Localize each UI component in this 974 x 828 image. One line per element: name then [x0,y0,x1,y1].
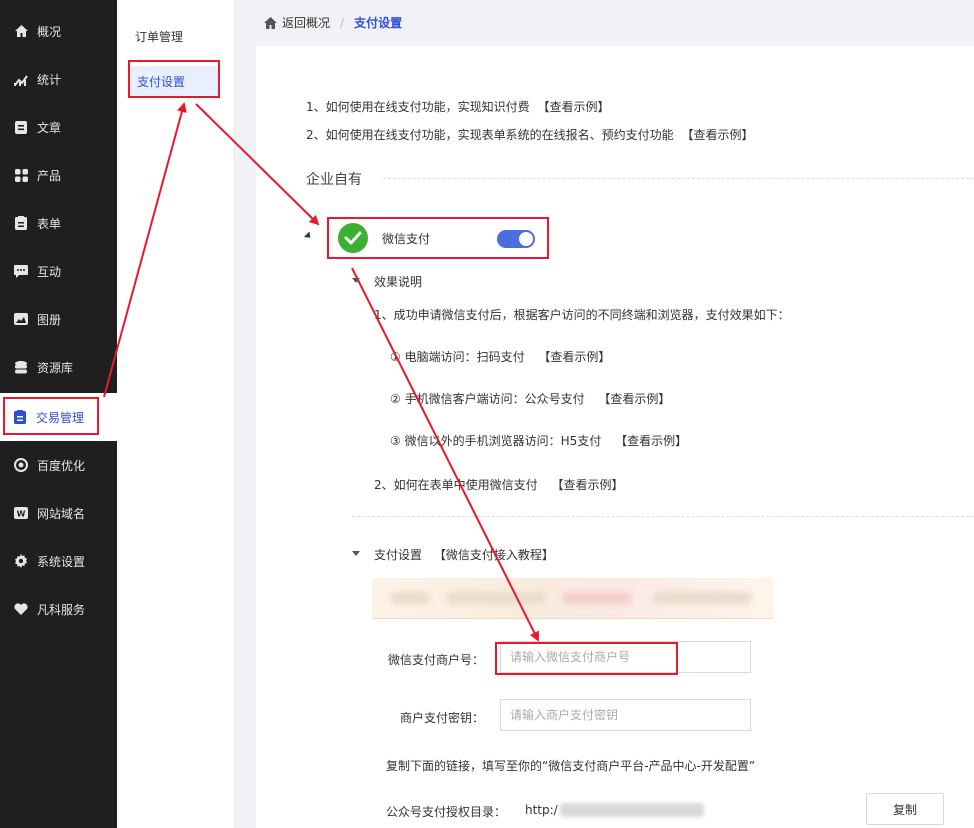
chat-icon [14,264,28,278]
wechat-pay-toggle[interactable] [497,230,535,248]
intro-line-2: 2、如何使用在线支付功能，实现表单系统的在线报名、预约支付功能 【查看示例】 [306,126,753,143]
copy-hint: 复制下面的链接，填写至你的“微信支付商户平台-产品中心-开发配置” [386,759,756,773]
form-icon [14,216,28,230]
sub-sidebar: 订单管理 支付设置 [117,0,235,828]
intro-line-2-example-link[interactable]: 【查看示例】 [681,128,753,142]
effect-item-2-text: ② 手机微信客户端访问：公众号支付 [390,392,585,406]
nav-label: 统计 [37,72,62,87]
blurred-url [560,803,704,817]
article-icon [14,120,28,134]
breadcrumb: 返回概况 / 支付设置 [264,14,402,31]
nav-label: 概况 [37,24,62,39]
nav-label: 凡科服务 [37,602,86,617]
nav-item-products[interactable]: 产品 [0,157,117,193]
effect-item-1-text: ① 电脑端访问：扫码支付 [390,350,525,364]
pay-settings-header: 支付设置 【微信支付接入教程】 [374,546,554,563]
effect-item-2-example-link[interactable]: 【查看示例】 [598,392,670,406]
effect-item-3-example-link[interactable]: 【查看示例】 [615,434,687,448]
nav-item-articles[interactable]: 文章 [0,109,117,145]
effect-line-1: 1、成功申请微信支付后，根据客户访问的不同终端和浏览器，支付效果如下： [374,308,790,322]
home-icon [14,24,28,38]
annotation-box-payment-settings [128,60,220,98]
seo-icon [14,458,28,472]
pay-tutorial-link[interactable]: 【微信支付接入教程】 [434,548,554,562]
nav-label: 系统设置 [37,554,86,569]
breadcrumb-back-link[interactable]: 返回概况 [282,14,330,31]
effect-item-1-example-link[interactable]: 【查看示例】 [538,350,610,364]
section-title: 企业自有 [306,172,362,188]
album-icon [14,312,28,326]
effect-item-3: ③ 微信以外的手机浏览器访问：H5支付 【查看示例】 [390,432,687,449]
breadcrumb-current: 支付设置 [354,16,403,30]
nav-item-album[interactable]: 图册 [0,301,117,337]
intro-line-1-example-link[interactable]: 【查看示例】 [537,100,609,114]
subnav-item-orders[interactable]: 订单管理 [135,28,183,45]
effect-item-2: ② 手机微信客户端访问：公众号支付 【查看示例】 [390,390,670,407]
section-divider [383,178,974,179]
nav-label: 互动 [37,264,62,279]
intro-line-1-text: 1、如何使用在线支付功能，实现知识付费 [306,100,530,114]
toggle-knob [519,232,533,246]
effect-title: 效果说明 [374,275,423,289]
pay-settings-divider [352,516,974,517]
intro-line-1: 1、如何使用在线支付功能，实现知识付费 【查看示例】 [306,98,609,115]
nav-label: 资源库 [37,360,74,375]
effect-item-1: ① 电脑端访问：扫码支付 【查看示例】 [390,348,610,365]
nav-item-domain[interactable]: W 网站域名 [0,495,117,531]
nav-label: 百度优化 [37,458,86,473]
nav-item-stats[interactable]: 统计 [0,61,117,97]
effect-line-2: 2、如何在表单中使用微信支付 【查看示例】 [374,476,623,493]
annotation-box-trade [3,397,99,435]
product-icon [14,168,28,182]
chart-icon [14,72,28,86]
pay-settings-caret-icon[interactable] [352,551,360,556]
wechat-pay-label: 微信支付 [382,231,431,246]
nav-label: 文章 [37,120,62,135]
merchant-key-label: 商户支付密钥： [400,711,485,725]
nav-label: 产品 [37,168,62,183]
merchant-key-input[interactable] [500,699,751,731]
nav-item-service[interactable]: 凡科服务 [0,591,117,627]
main-sidebar: 概况 统计 文章 产品 表单 互动 图册 资源库 交易管理 百度优化 W 网站域… [0,0,117,828]
nav-item-resources[interactable]: 资源库 [0,349,117,385]
nav-label: 图册 [37,312,62,327]
intro-line-2-text: 2、如何使用在线支付功能，实现表单系统的在线报名、预约支付功能 [306,128,674,142]
copy-button[interactable]: 复制 [866,793,944,825]
breadcrumb-separator: / [340,15,345,30]
wechat-logo-icon [338,223,368,253]
nav-item-settings[interactable]: 系统设置 [0,543,117,579]
effect-line-2-example-link[interactable]: 【查看示例】 [551,478,623,492]
database-icon [14,360,28,374]
auth-dir-label: 公众号支付授权目录： [386,805,507,819]
effect-collapse-caret-icon[interactable] [352,278,360,283]
blurred-text [562,592,632,604]
home-icon[interactable] [264,16,277,29]
auth-dir-value: http:/ [525,803,558,817]
notice-banner [372,578,774,619]
blurred-text [390,592,430,604]
blurred-text [652,592,752,604]
nav-item-baidu-seo[interactable]: 百度优化 [0,447,117,483]
domain-icon: W [14,506,28,520]
nav-item-forms[interactable]: 表单 [0,205,117,241]
nav-item-interaction[interactable]: 互动 [0,253,117,289]
wechat-pay-row: 微信支付 [327,217,549,259]
gear-icon [14,554,28,568]
blurred-text [446,592,546,604]
annotation-box-merchant-id [495,642,678,675]
nav-item-overview[interactable]: 概况 [0,13,117,49]
merchant-id-label: 微信支付商户号： [388,653,485,667]
pay-settings-title: 支付设置 [374,548,423,562]
effect-line-2-text: 2、如何在表单中使用微信支付 [374,478,538,492]
svg-text:W: W [17,510,26,519]
nav-label: 网站域名 [37,506,86,521]
nav-label: 表单 [37,216,62,231]
heart-icon [14,602,28,616]
effect-item-3-text: ③ 微信以外的手机浏览器访问：H5支付 [390,434,602,448]
